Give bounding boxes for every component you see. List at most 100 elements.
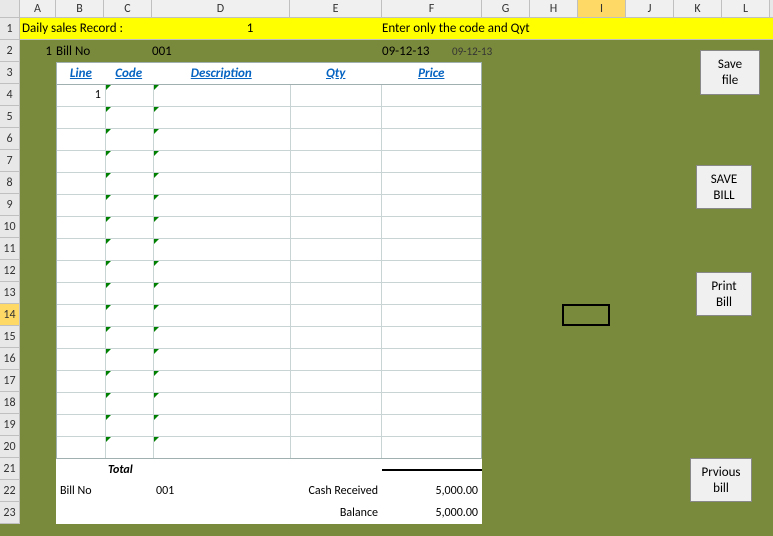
cell-price[interactable]	[381, 327, 481, 348]
bill-header-line[interactable]: Line	[57, 63, 105, 84]
cell-price[interactable]	[381, 217, 481, 238]
cell-qty[interactable]	[290, 371, 382, 392]
row-header-14[interactable]: 14	[0, 304, 20, 326]
row-header-4[interactable]: 4	[0, 84, 20, 106]
cell-line[interactable]	[57, 217, 105, 238]
cell-code[interactable]	[105, 283, 153, 304]
cell-desc[interactable]	[153, 437, 290, 458]
cell-qty[interactable]	[290, 151, 382, 172]
col-header-D[interactable]: D	[152, 0, 290, 17]
cell-price[interactable]	[381, 371, 481, 392]
cell-line[interactable]	[57, 393, 105, 414]
cell-qty[interactable]	[290, 195, 382, 216]
col-header-K[interactable]: K	[674, 0, 722, 17]
col-header-E[interactable]: E	[290, 0, 382, 17]
cell-desc[interactable]	[153, 415, 290, 436]
bill-header-qty[interactable]: Qty	[290, 63, 382, 84]
print-bill-button[interactable]: Print Bill	[696, 272, 752, 316]
cell-line[interactable]	[57, 261, 105, 282]
cell-line[interactable]	[57, 349, 105, 370]
bill-header-price[interactable]: Price	[381, 63, 481, 84]
col-header-B[interactable]: B	[56, 0, 104, 17]
cell-qty[interactable]	[290, 437, 382, 458]
cell-price[interactable]	[381, 173, 481, 194]
cell-line[interactable]	[57, 107, 105, 128]
cell-qty[interactable]	[290, 217, 382, 238]
cell-code[interactable]	[105, 327, 153, 348]
cell-line[interactable]	[57, 129, 105, 150]
cell-price[interactable]	[381, 261, 481, 282]
col-header-J[interactable]: J	[626, 0, 674, 17]
cell-code[interactable]	[105, 85, 153, 106]
cell-code[interactable]	[105, 239, 153, 260]
col-header-F[interactable]: F	[382, 0, 482, 17]
row-header-11[interactable]: 11	[0, 238, 20, 260]
cell-code[interactable]	[105, 129, 153, 150]
bill-header-desc[interactable]: Description	[153, 63, 290, 84]
cell-code[interactable]	[105, 349, 153, 370]
cell-line[interactable]	[57, 371, 105, 392]
cell-price[interactable]	[381, 239, 481, 260]
cell-line[interactable]	[57, 239, 105, 260]
row-header-16[interactable]: 16	[0, 348, 20, 370]
cell-code[interactable]	[105, 393, 153, 414]
cell-qty[interactable]	[290, 327, 382, 348]
cell-price[interactable]	[381, 415, 481, 436]
cell-qty[interactable]	[290, 415, 382, 436]
cell-code[interactable]	[105, 173, 153, 194]
row-header-12[interactable]: 12	[0, 260, 20, 282]
cell-qty[interactable]	[290, 239, 382, 260]
row-header-1[interactable]: 1	[0, 18, 20, 40]
row-header-9[interactable]: 9	[0, 194, 20, 216]
row-header-15[interactable]: 15	[0, 326, 20, 348]
cell-line[interactable]	[57, 415, 105, 436]
bill-header-code[interactable]: Code	[105, 63, 153, 84]
row-header-19[interactable]: 19	[0, 414, 20, 436]
col-header-G[interactable]: G	[482, 0, 530, 17]
cell-price[interactable]	[381, 151, 481, 172]
row-header-5[interactable]: 5	[0, 106, 20, 128]
cell-qty[interactable]	[290, 107, 382, 128]
row-header-2[interactable]: 2	[0, 40, 20, 62]
cell-desc[interactable]	[153, 173, 290, 194]
cell-qty[interactable]	[290, 393, 382, 414]
row-header-10[interactable]: 10	[0, 216, 20, 238]
row-header-7[interactable]: 7	[0, 150, 20, 172]
cell-desc[interactable]	[153, 327, 290, 348]
row-header-8[interactable]: 8	[0, 172, 20, 194]
cell-price[interactable]	[381, 437, 481, 458]
cell-line[interactable]	[57, 283, 105, 304]
cell-qty[interactable]	[290, 305, 382, 326]
col-header-H[interactable]: H	[530, 0, 578, 17]
cell-qty[interactable]	[290, 129, 382, 150]
cell-code[interactable]	[105, 437, 153, 458]
row-header-17[interactable]: 17	[0, 370, 20, 392]
cell-code[interactable]	[105, 107, 153, 128]
cell-price[interactable]	[381, 283, 481, 304]
cell-qty[interactable]	[290, 261, 382, 282]
previous-bill-button[interactable]: Prvious bill	[690, 458, 752, 502]
cell-price[interactable]	[381, 349, 481, 370]
cell-line[interactable]	[57, 437, 105, 458]
cell-code[interactable]	[105, 371, 153, 392]
row-header-23[interactable]: 23	[0, 502, 20, 524]
cell-line[interactable]	[57, 327, 105, 348]
cell-desc[interactable]	[153, 305, 290, 326]
cell-price[interactable]	[381, 85, 481, 106]
cell-desc[interactable]	[153, 151, 290, 172]
row-header-18[interactable]: 18	[0, 392, 20, 414]
cell-qty[interactable]	[290, 85, 382, 106]
cell-qty[interactable]	[290, 173, 382, 194]
row-header-22[interactable]: 22	[0, 480, 20, 502]
cell-desc[interactable]	[153, 195, 290, 216]
cell-qty[interactable]	[290, 283, 382, 304]
col-header-C[interactable]: C	[104, 0, 152, 17]
cell-desc[interactable]	[153, 239, 290, 260]
save-bill-button[interactable]: SAVE BILL	[696, 165, 752, 209]
cell-code[interactable]	[105, 217, 153, 238]
cell-desc[interactable]	[153, 349, 290, 370]
col-header-L[interactable]: L	[722, 0, 770, 17]
cell-price[interactable]	[381, 129, 481, 150]
row-header-3[interactable]: 3	[0, 62, 20, 84]
cell-desc[interactable]	[153, 217, 290, 238]
